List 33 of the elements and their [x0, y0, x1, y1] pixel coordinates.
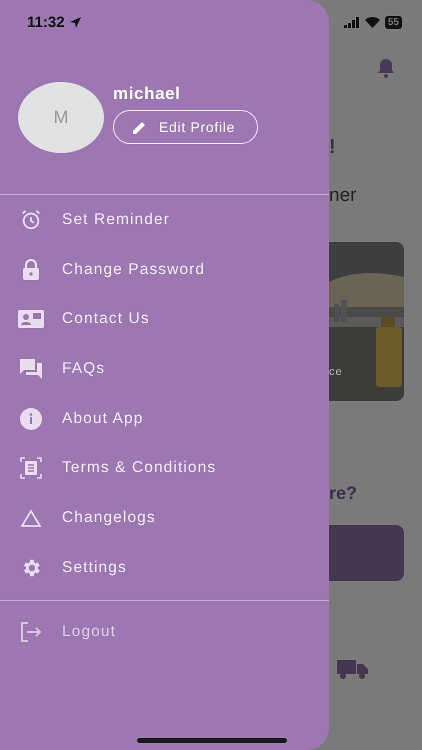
truck-icon[interactable] — [337, 660, 369, 680]
user-name: michael — [113, 84, 182, 104]
menu-item[interactable]: Settings — [0, 542, 329, 592]
card-caption: ce — [329, 366, 343, 378]
menu-item[interactable]: Changelogs — [0, 493, 329, 543]
wifi-icon — [364, 16, 380, 28]
menu-item[interactable]: Contact Us — [0, 294, 329, 344]
pencil-icon — [132, 120, 147, 134]
subheading-text: ner — [329, 185, 356, 207]
image-card[interactable]: ce — [329, 242, 404, 401]
document-icon — [20, 457, 42, 480]
edit-profile-button[interactable]: Edit Profile — [113, 110, 258, 144]
logout-icon — [20, 622, 42, 642]
avatar: M — [18, 82, 104, 153]
menu-item[interactable]: Set Reminder — [0, 195, 329, 245]
status-time: 11:32 — [27, 14, 65, 30]
triangle-icon — [20, 508, 42, 527]
signal-icon — [344, 16, 360, 28]
menu-item[interactable]: FAQs — [0, 344, 329, 394]
battery-level: 55 — [384, 16, 402, 28]
heading-text: ! — [329, 136, 336, 159]
menu-item[interactable]: Change Password — [0, 244, 329, 294]
location-arrow-icon — [68, 16, 82, 28]
contact-card-icon — [18, 310, 44, 328]
menu-item[interactable]: Terms & Conditions — [0, 443, 329, 494]
menu-item[interactable]: Logout — [0, 608, 329, 658]
info-icon — [20, 408, 42, 430]
bell-icon[interactable] — [377, 58, 395, 78]
chat-icon — [19, 358, 43, 380]
menu-item[interactable]: About App — [0, 394, 329, 444]
question-text: re? — [329, 483, 358, 504]
alarm-icon — [20, 208, 42, 231]
lock-icon — [21, 258, 41, 281]
